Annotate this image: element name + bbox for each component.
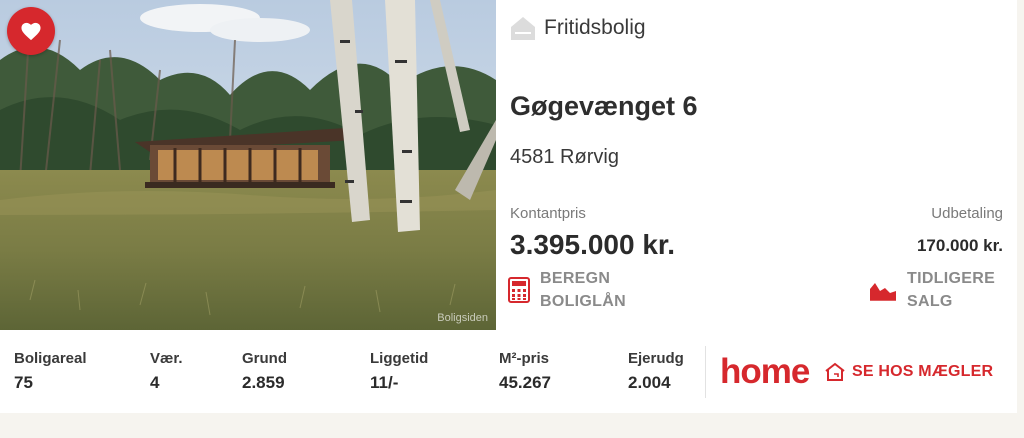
- stat-label: Ejerudg: [628, 350, 684, 367]
- see-at-realtor-label: SE HOS MÆGLER: [852, 363, 994, 380]
- area-chart-icon: [870, 283, 896, 301]
- stat-label: M²-pris: [499, 350, 549, 367]
- stat-value: 11/-: [370, 373, 399, 392]
- favorite-button[interactable]: [7, 7, 55, 55]
- stat-price-per-m2: M²-pris 45.267: [499, 350, 551, 393]
- previous-sales-button[interactable]: TIDLIGERE SALG: [869, 267, 995, 313]
- stat-value: 4: [150, 373, 160, 392]
- stat-owner-expenses: Ejerudg 2.004: [628, 350, 684, 393]
- calculate-loan-line1: BEREGN: [540, 270, 611, 287]
- stat-value: 75: [14, 373, 33, 392]
- stats-bar: Boligareal 75 Vær. 4 Grund 2.859 Liggeti…: [0, 330, 1017, 413]
- stat-rooms: Vær. 4: [150, 350, 183, 393]
- listing-photo[interactable]: Boligsiden: [0, 0, 496, 330]
- previous-sales-label: TIDLIGERE SALG: [907, 267, 995, 313]
- stat-label: Vær.: [150, 350, 183, 367]
- stat-label: Liggetid: [370, 350, 429, 367]
- listing-card[interactable]: Boligsiden Fritidsbolig Gøgevænget 6 458…: [0, 0, 1017, 413]
- listing-info: Fritidsbolig Gøgevænget 6 4581 Rørvig Ko…: [496, 0, 1017, 330]
- stat-label: Boligareal: [14, 350, 87, 367]
- house-photo-illustration: [0, 0, 496, 330]
- stat-value: 2.859: [242, 373, 285, 392]
- previous-sales-line2: SALG: [907, 293, 953, 310]
- heart-icon: [21, 22, 41, 41]
- property-type-label: Fritidsbolig: [544, 16, 646, 39]
- calculate-loan-line2: BOLIGLÅN: [540, 293, 626, 310]
- stat-value: 2.004: [628, 373, 671, 392]
- stat-label: Grund: [242, 350, 287, 367]
- calculate-loan-button[interactable]: BEREGN BOLIGLÅN: [508, 267, 626, 313]
- stat-plot: Grund 2.859: [242, 350, 287, 393]
- house-outline-icon: [825, 362, 845, 381]
- down-payment-value: 170.000 kr.: [916, 236, 1003, 255]
- house-icon: [511, 17, 535, 40]
- stats-divider: [705, 346, 706, 398]
- cash-price-label: Kontantpris: [510, 205, 586, 222]
- listing-address[interactable]: Gøgevænget 6: [510, 91, 698, 122]
- stat-days-on-market: Liggetid 11/-: [370, 350, 428, 393]
- cash-price: 3.395.000 kr.: [510, 229, 676, 260]
- stat-value: 45.267: [499, 373, 551, 392]
- calculate-loan-label: BEREGN BOLIGLÅN: [540, 267, 626, 313]
- previous-sales-line1: TIDLIGERE: [907, 270, 996, 287]
- down-payment-label: Udbetaling: [931, 205, 1003, 222]
- photo-watermark: Boligsiden: [437, 312, 488, 324]
- stat-living-area: Boligareal 75: [14, 350, 87, 393]
- broker-logo[interactable]: home: [720, 352, 810, 392]
- calculator-icon: [508, 277, 530, 303]
- property-type: Fritidsbolig: [510, 16, 646, 40]
- see-at-realtor-button[interactable]: SE HOS MÆGLER: [824, 362, 993, 382]
- listing-city: 4581 Rørvig: [510, 146, 619, 168]
